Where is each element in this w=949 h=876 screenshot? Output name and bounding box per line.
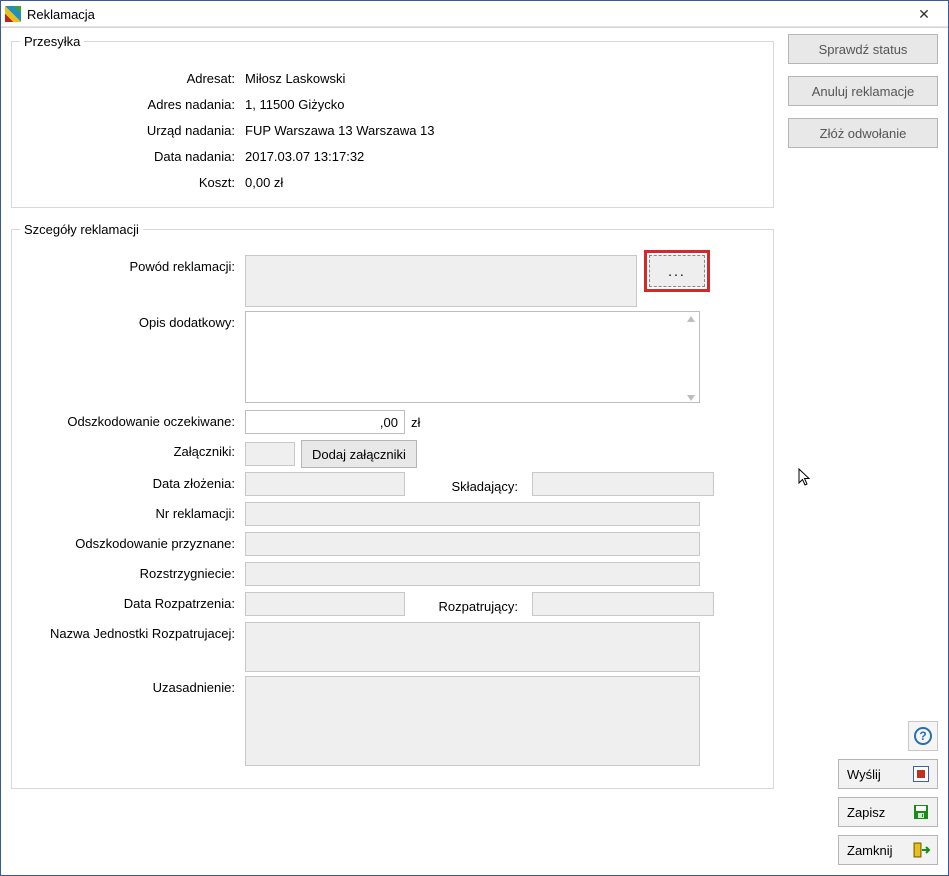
titlebar: Reklamacja ✕: [1, 1, 948, 28]
window-close-button[interactable]: ✕: [904, 1, 944, 27]
reason-picker-button[interactable]: ...: [649, 255, 705, 287]
check-status-button[interactable]: Sprawdź status: [788, 34, 938, 64]
justification-label: Uzasadnienie:: [20, 676, 245, 695]
cost-label: Koszt:: [20, 175, 245, 190]
close-icon: ✕: [918, 6, 930, 23]
submit-date-label: Data złożenia:: [20, 472, 245, 491]
description-label: Opis dodatkowy:: [20, 311, 245, 330]
compensation-expected-input[interactable]: [245, 410, 405, 434]
compensation-granted-label: Odszkodowanie przyznane:: [20, 532, 245, 551]
attachments-label: Załączniki:: [20, 440, 245, 459]
sending-date-value: 2017.03.07 13:17:32: [245, 149, 765, 164]
details-legend: Szcegóły reklamacji: [20, 222, 143, 237]
cost-value: 0,00 zł: [245, 175, 765, 190]
app-icon: [5, 6, 21, 22]
send-button[interactable]: Wyślij: [838, 759, 938, 789]
compensation-granted-value: [245, 532, 700, 556]
description-textarea[interactable]: [245, 311, 700, 403]
unit-name-label: Nazwa Jednostki Rozpatrujacej:: [20, 622, 245, 641]
envelope-icon: [913, 766, 929, 782]
claim-number-label: Nr reklamacji:: [20, 502, 245, 521]
submit-date-value: [245, 472, 405, 496]
add-attachments-button[interactable]: Dodaj załączniki: [301, 440, 417, 468]
review-date-value: [245, 592, 405, 616]
sender-address-label: Adres nadania:: [20, 97, 245, 112]
save-button[interactable]: Zapisz: [838, 797, 938, 827]
help-button[interactable]: ?: [908, 721, 938, 751]
shipment-group: Przesyłka Adresat: Miłosz Laskowski Adre…: [11, 34, 774, 208]
client-area: Przesyłka Adresat: Miłosz Laskowski Adre…: [1, 28, 948, 875]
addressee-label: Adresat:: [20, 71, 245, 86]
scrollbar-icon: [685, 314, 697, 403]
sending-office-label: Urząd nadania:: [20, 123, 245, 138]
addressee-value: Miłosz Laskowski: [245, 71, 765, 86]
claim-number-value: [245, 502, 700, 526]
reason-readonly: [245, 255, 637, 307]
help-icon: ?: [914, 727, 932, 745]
justification-value: [245, 676, 700, 766]
window-title: Reklamacja: [27, 7, 904, 22]
reviewer-value: [532, 592, 714, 616]
reason-label: Powód reklamacji:: [20, 255, 245, 274]
sending-office-value: FUP Warszawa 13 Warszawa 13: [245, 123, 765, 138]
sender-address-value: 1, 11500 Giżycko: [245, 97, 765, 112]
floppy-icon: [913, 804, 929, 820]
submit-appeal-button[interactable]: Złóż odwołanie: [788, 118, 938, 148]
resolution-label: Rozstrzygniecie:: [20, 562, 245, 581]
submitter-label: Składający:: [411, 475, 526, 494]
shipment-legend: Przesyłka: [20, 34, 84, 49]
save-button-label: Zapisz: [847, 805, 885, 820]
reviewer-label: Rozpatrujący:: [411, 595, 526, 614]
close-button-label: Zamknij: [847, 843, 893, 858]
submitter-value: [532, 472, 714, 496]
resolution-value: [245, 562, 700, 586]
compensation-expected-label: Odszkodowanie oczekiwane:: [20, 410, 245, 429]
close-button[interactable]: Zamknij: [838, 835, 938, 865]
right-column: Sprawdź status Anuluj reklamacje Złóż od…: [788, 34, 938, 865]
exit-door-icon: [913, 842, 929, 858]
compensation-expected-unit: zł: [411, 415, 420, 430]
reklamacja-window: Reklamacja ✕ Przesyłka Adresat: Miłosz L…: [0, 0, 949, 876]
details-group: Szcegóły reklamacji Powód reklamacji: ..…: [11, 222, 774, 789]
sending-date-label: Data nadania:: [20, 149, 245, 164]
left-column: Przesyłka Adresat: Miłosz Laskowski Adre…: [11, 34, 774, 865]
cancel-claims-button[interactable]: Anuluj reklamacje: [788, 76, 938, 106]
attachments-count: [245, 442, 295, 466]
review-date-label: Data Rozpatrzenia:: [20, 592, 245, 611]
send-button-label: Wyślij: [847, 767, 881, 782]
unit-name-value: [245, 622, 700, 672]
